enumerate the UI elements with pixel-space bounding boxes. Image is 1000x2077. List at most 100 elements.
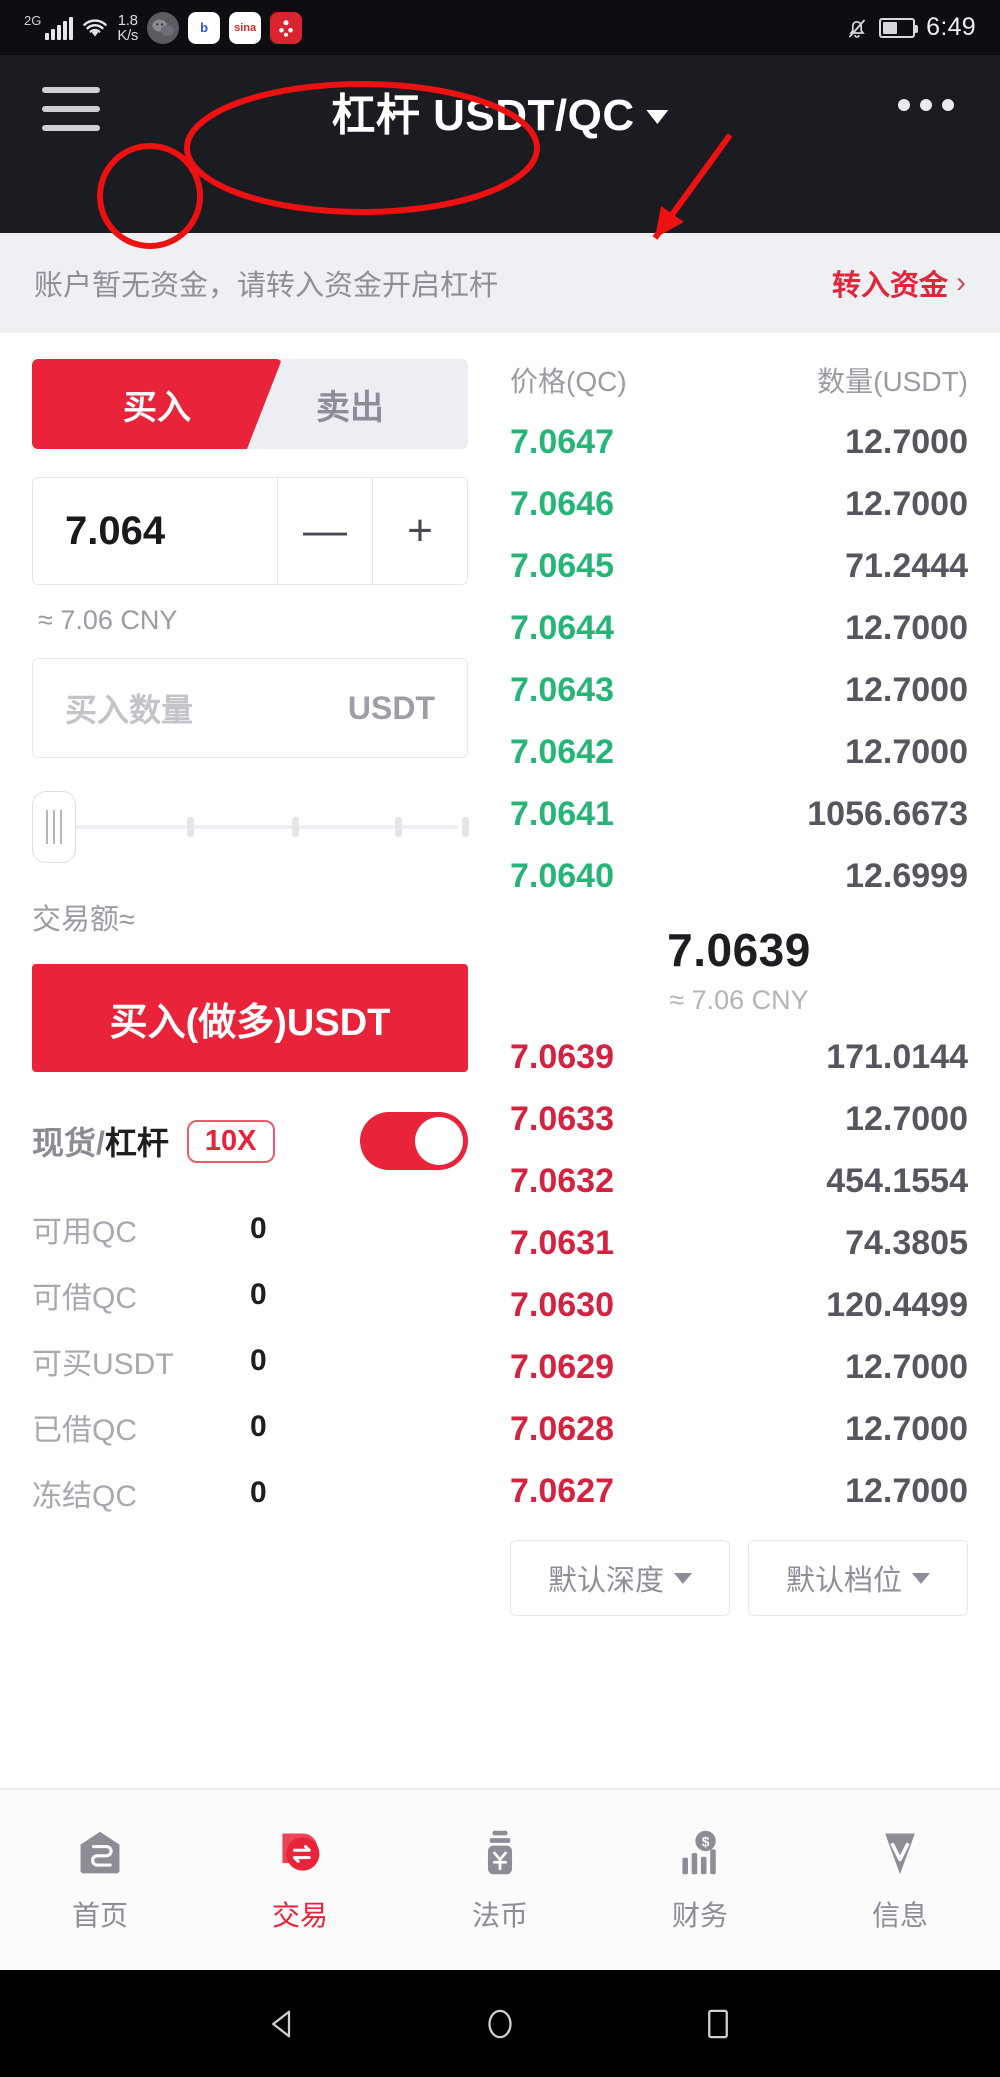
nav-label: 首页 bbox=[71, 1900, 128, 1931]
network-type-label: 2G bbox=[24, 13, 42, 28]
signal-strength-icon bbox=[45, 16, 74, 40]
baidu-icon: b bbox=[188, 11, 221, 44]
balance-label: 可借QC bbox=[32, 1282, 137, 1315]
order-book-bid-row[interactable]: 7.0627 12.7000 bbox=[510, 1460, 968, 1522]
ask-price: 7.0646 bbox=[510, 484, 614, 523]
nav-item-finance[interactable]: $ 财务 bbox=[600, 1790, 800, 1970]
hamburger-icon[interactable] bbox=[42, 87, 100, 131]
home-circle-icon[interactable] bbox=[476, 2000, 524, 2048]
order-book-ask-row[interactable]: 7.0641 1056.6673 bbox=[510, 783, 968, 845]
leverage-row: 现货/ 杠杆 10X bbox=[32, 1108, 468, 1174]
amount-percent-slider[interactable] bbox=[32, 784, 469, 870]
wechat-icon bbox=[147, 11, 180, 44]
order-book-ask-row[interactable]: 7.0643 12.7000 bbox=[510, 659, 968, 721]
balance-list: 可用QC 0 可借QC 0 可买USDT 0 已借QC 0 冻结QC 0 bbox=[32, 1196, 468, 1526]
bid-amount: 12.7000 bbox=[845, 1099, 968, 1138]
slider-tick-25 bbox=[187, 817, 194, 837]
bid-amount: 171.0144 bbox=[826, 1037, 968, 1076]
balance-label: 可买USDT bbox=[32, 1348, 174, 1381]
nav-label: 信息 bbox=[871, 1900, 928, 1931]
bid-amount: 454.1554 bbox=[826, 1161, 968, 1200]
chevron-down-icon bbox=[674, 1572, 692, 1584]
notice-text: 账户暂无资金，请转入资金开启杠杆 bbox=[34, 270, 499, 302]
price-decrement-button[interactable]: — bbox=[278, 478, 373, 584]
balance-row-buyable-usdt: 可买USDT 0 bbox=[32, 1328, 468, 1394]
depth-select[interactable]: 默认深度 bbox=[510, 1540, 730, 1616]
order-book-ask-row[interactable]: 7.0644 12.7000 bbox=[510, 597, 968, 659]
order-book-ask-row[interactable]: 7.0646 12.7000 bbox=[510, 473, 968, 535]
balance-label: 已借QC bbox=[32, 1414, 137, 1447]
quantity-input[interactable]: 买入数量 USDT bbox=[32, 658, 468, 758]
back-icon[interactable] bbox=[258, 2000, 306, 2048]
ask-amount: 71.2444 bbox=[845, 546, 968, 585]
pair-selector[interactable]: 杠杆 USDT/QC bbox=[331, 79, 669, 143]
ask-amount: 12.6999 bbox=[845, 856, 968, 895]
status-left-group: 2G 1.8 K/s b sina bbox=[24, 11, 303, 44]
order-book-bid-row[interactable]: 7.0633 12.7000 bbox=[510, 1088, 968, 1150]
page-title: 杠杆 USDT/QC bbox=[331, 91, 635, 140]
transfer-funds-button[interactable]: 转入资金 › bbox=[832, 262, 966, 304]
margin-label: 杠杆 bbox=[104, 1125, 169, 1161]
ask-price: 7.0642 bbox=[510, 732, 614, 771]
trade-amount-label: 交易额≈ bbox=[32, 904, 135, 936]
bottom-navigation-bar: 首页 交易 法币 $ 财务 信息 bbox=[0, 1790, 1000, 1970]
balance-value: 0 bbox=[250, 1212, 267, 1245]
price-input[interactable]: 7.064 bbox=[33, 478, 277, 584]
bid-price: 7.0628 bbox=[510, 1409, 614, 1448]
slider-handle[interactable] bbox=[32, 791, 76, 863]
last-price-block: 7.0639 ≈ 7.06 CNY bbox=[510, 923, 968, 1016]
bid-price: 7.0639 bbox=[510, 1037, 614, 1076]
nav-label: 财务 bbox=[671, 1900, 728, 1931]
buy-sell-switch: 卖出 买入 bbox=[32, 359, 468, 449]
balance-label: 可用QC bbox=[32, 1216, 137, 1249]
order-book-price-header: 价格(QC) bbox=[510, 366, 627, 397]
wifi-icon bbox=[82, 17, 108, 39]
ask-amount: 12.7000 bbox=[845, 732, 968, 771]
order-book-amount-header: 数量(USDT) bbox=[817, 366, 968, 397]
slider-tick-100 bbox=[462, 817, 469, 837]
finance-icon: $ bbox=[673, 1826, 727, 1880]
leverage-badge[interactable]: 10X bbox=[186, 1119, 275, 1163]
order-book-bid-row[interactable]: 7.0629 12.7000 bbox=[510, 1336, 968, 1398]
order-book-ask-row[interactable]: 7.0640 12.6999 bbox=[510, 845, 968, 907]
home-icon bbox=[73, 1826, 127, 1880]
leverage-toggle[interactable] bbox=[360, 1112, 468, 1170]
ask-amount: 12.7000 bbox=[845, 608, 968, 647]
chevron-right-icon: › bbox=[956, 266, 966, 299]
bid-amount: 74.3805 bbox=[845, 1223, 968, 1262]
balance-row-frozen-qc: 冻结QC 0 bbox=[32, 1460, 468, 1526]
bid-amount: 120.4499 bbox=[826, 1285, 968, 1324]
order-book-ask-row[interactable]: 7.0645 71.2444 bbox=[510, 535, 968, 597]
order-book-ask-row[interactable]: 7.0647 12.7000 bbox=[510, 411, 968, 473]
ask-price: 7.0643 bbox=[510, 670, 614, 709]
order-book-bid-row[interactable]: 7.0630 120.4499 bbox=[510, 1274, 968, 1336]
sina-icon: sina bbox=[229, 11, 262, 44]
order-book-bid-row[interactable]: 7.0631 74.3805 bbox=[510, 1212, 968, 1274]
nav-item-home[interactable]: 首页 bbox=[0, 1790, 200, 1970]
android-navigation-bar bbox=[0, 1970, 1000, 2077]
ask-price: 7.0645 bbox=[510, 546, 614, 585]
recents-icon[interactable] bbox=[694, 2000, 742, 2048]
app-header: 杠杆 USDT/QC K线 交易 委托 数据 全球 概况 bbox=[0, 55, 1000, 274]
order-book-ask-row[interactable]: 7.0642 12.7000 bbox=[510, 721, 968, 783]
battery-icon bbox=[879, 17, 919, 38]
spot-label: 现货/ bbox=[32, 1125, 105, 1161]
network-speed-unit: K/s bbox=[117, 26, 139, 44]
submit-buy-button[interactable]: 买入(做多)USDT bbox=[32, 964, 468, 1072]
price-increment-button[interactable]: + bbox=[373, 478, 467, 584]
order-book-bid-row[interactable]: 7.0639 171.0144 bbox=[510, 1026, 968, 1088]
order-book-bid-row[interactable]: 7.0632 454.1554 bbox=[510, 1150, 968, 1212]
buy-tab[interactable]: 买入 bbox=[32, 359, 282, 449]
nav-item-trade[interactable]: 交易 bbox=[200, 1790, 400, 1970]
slider-tick-50 bbox=[292, 817, 299, 837]
ask-price: 7.0640 bbox=[510, 856, 614, 895]
more-options-icon[interactable] bbox=[898, 99, 954, 111]
nav-item-info[interactable]: 信息 bbox=[800, 1790, 1000, 1970]
android-status-bar: 2G 1.8 K/s b sina 6:49 bbox=[0, 0, 1000, 55]
order-book-bid-row[interactable]: 7.0628 12.7000 bbox=[510, 1398, 968, 1460]
ask-amount: 12.7000 bbox=[845, 422, 968, 461]
nav-item-fiat[interactable]: 法币 bbox=[400, 1790, 600, 1970]
network-speed-indicator: 1.8 K/s bbox=[117, 13, 138, 43]
level-select[interactable]: 默认档位 bbox=[748, 1540, 968, 1616]
bid-price: 7.0631 bbox=[510, 1223, 614, 1262]
